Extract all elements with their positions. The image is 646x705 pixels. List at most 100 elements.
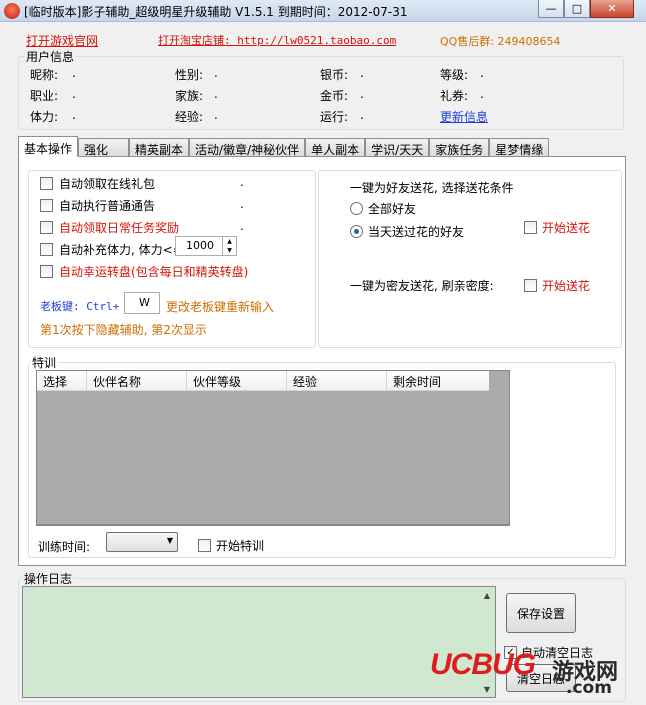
start-training-checkbox[interactable]	[198, 539, 211, 552]
tab-basic[interactable]: 基本操作	[18, 136, 79, 157]
exp-label: 经验:	[175, 110, 204, 124]
tab-bar: 基本操作 强化 精英副本 活动/徽章/神秘伙伴 单人副本 学识/天天 家族任务 …	[18, 136, 550, 157]
tab-knowledge[interactable]: 学识/天天	[365, 138, 430, 157]
close-friend-flower-title: 一键为密友送花, 刷亲密度:	[350, 279, 494, 293]
all-friends-radio[interactable]	[350, 202, 363, 215]
stamina-label: 体力:	[30, 110, 59, 124]
tab-star-dream[interactable]: 星梦情缘	[489, 138, 550, 157]
lucky-wheel-checkbox[interactable]	[40, 265, 53, 278]
option-lucky-wheel[interactable]: 自动幸运转盘(包含每日和精英转盘)	[40, 263, 248, 280]
coupon-label: 礼券:	[440, 89, 469, 103]
gender-value: .	[214, 66, 218, 80]
log-textarea[interactable]: ▲ ▼	[22, 586, 496, 698]
family-value: .	[214, 87, 218, 101]
notice-checkbox[interactable]	[40, 199, 53, 212]
daily-reward-checkbox[interactable]	[40, 221, 53, 234]
tab-family-task[interactable]: 家族任务	[429, 138, 490, 157]
radio-today-friends[interactable]: 当天送过花的好友	[350, 223, 464, 240]
close-button[interactable]: ✕	[590, 0, 634, 18]
boss-key-hint: 更改老板键重新输入	[166, 300, 275, 314]
stamina-value: .	[72, 108, 76, 122]
scroll-up-icon[interactable]: ▲	[479, 587, 495, 603]
boss-key-label: 老板键: Ctrl+	[40, 300, 120, 313]
silver-label: 银币:	[320, 68, 349, 82]
train-time-label: 训练时间:	[38, 540, 91, 554]
scroll-down-icon[interactable]: ▼	[479, 681, 495, 697]
online-gift-dot: .	[240, 175, 244, 189]
notice-label: 自动执行普通通告	[59, 199, 156, 213]
nickname-value: .	[72, 66, 76, 80]
user-info-label: 用户信息	[24, 48, 77, 65]
save-settings-button[interactable]: 保存设置	[506, 593, 576, 633]
nickname-label: 昵称:	[30, 68, 59, 82]
start-close-flower-label: 开始送花	[542, 279, 591, 293]
col-select[interactable]: 选择	[37, 371, 87, 390]
start-flower-checkbox[interactable]	[524, 221, 537, 234]
qq-group-text: QQ售后群: 249408654	[440, 35, 561, 48]
update-info-link[interactable]: 更新信息	[440, 108, 488, 125]
level-value: .	[480, 66, 484, 80]
radio-all-friends[interactable]: 全部好友	[350, 200, 416, 217]
start-training-label: 开始特训	[216, 539, 265, 553]
open-game-site-link[interactable]: 打开游戏官网	[26, 32, 98, 49]
hide-hint: 第1次按下隐藏辅助, 第2次显示	[40, 323, 207, 337]
training-label: 特训	[30, 354, 59, 371]
level-label: 等级:	[440, 68, 469, 82]
watermark-com: .com	[566, 678, 612, 698]
daily-reward-dot: .	[240, 219, 244, 233]
option-online-gift[interactable]: 自动领取在线礼包	[40, 175, 155, 192]
minimize-button[interactable]: —	[538, 0, 564, 18]
tab-elite-dungeon[interactable]: 精英副本	[129, 138, 190, 157]
option-daily-reward[interactable]: 自动领取日常任务奖励	[40, 219, 179, 236]
gold-label: 金币:	[320, 89, 349, 103]
tab-activity[interactable]: 活动/徽章/神秘伙伴	[189, 138, 306, 157]
tab-enhance[interactable]: 强化	[78, 138, 130, 157]
window-title: [临时版本]影子辅助_超级明星升级辅助 V1.5.1 到期时间：2012-07-…	[24, 5, 408, 19]
coupon-value: .	[480, 87, 484, 101]
option-refill-stamina[interactable]: 自动补充体力, 体力<=	[40, 241, 183, 258]
silver-value: .	[360, 66, 364, 80]
job-label: 职业:	[30, 89, 59, 103]
col-remaining-time[interactable]: 剩余时间	[387, 371, 487, 390]
notice-dot: .	[240, 197, 244, 211]
start-training-option[interactable]: 开始特训	[198, 537, 264, 554]
open-shop-link[interactable]: 打开淘宝店铺: http://lw0521.taobao.com	[158, 32, 396, 48]
partner-list-header: 选择 伙伴名称 伙伴等级 经验 剩余时间	[37, 371, 489, 391]
tab-solo-dungeon[interactable]: 单人副本	[305, 138, 366, 157]
job-value: .	[72, 87, 76, 101]
today-friends-radio[interactable]	[350, 225, 363, 238]
boss-key-value: W	[139, 296, 150, 309]
running-value: .	[360, 108, 364, 122]
daily-reward-label: 自动领取日常任务奖励	[59, 221, 180, 235]
col-exp[interactable]: 经验	[287, 371, 387, 390]
exp-value: .	[214, 108, 218, 122]
app-mushroom-icon	[4, 3, 20, 19]
stamina-stepper[interactable]: 1000 ▲ ▼	[175, 236, 237, 256]
col-partner-level[interactable]: 伙伴等级	[187, 371, 287, 390]
refill-stamina-checkbox[interactable]	[40, 243, 53, 256]
chevron-down-icon: ▼	[166, 536, 173, 545]
online-gift-checkbox[interactable]	[40, 177, 53, 190]
start-close-flower-checkbox[interactable]	[524, 279, 537, 292]
option-notice[interactable]: 自动执行普通通告	[40, 197, 155, 214]
flowers-group	[318, 170, 622, 348]
online-gift-label: 自动领取在线礼包	[59, 177, 156, 191]
refill-stamina-label: 自动补充体力, 体力<=	[59, 243, 183, 257]
maximize-button[interactable]: □	[564, 0, 590, 18]
col-partner-name[interactable]: 伙伴名称	[87, 371, 187, 390]
train-time-select[interactable]: ▼	[106, 532, 178, 552]
start-close-flower-option[interactable]: 开始送花	[524, 277, 590, 294]
list-divider	[36, 525, 510, 526]
friend-flower-title: 一键为好友送花, 选择送花条件	[350, 181, 514, 195]
today-friends-label: 当天送过花的好友	[368, 225, 465, 239]
gender-label: 性别:	[175, 68, 204, 82]
watermark-ucbug: UCBUG	[430, 648, 536, 681]
boss-key-input[interactable]: W	[124, 292, 160, 314]
stamina-stepper-value: 1000	[186, 239, 214, 252]
partner-list[interactable]: 选择 伙伴名称 伙伴等级 经验 剩余时间	[36, 370, 510, 525]
start-flower-option[interactable]: 开始送花	[524, 219, 590, 236]
family-label: 家族:	[175, 89, 204, 103]
stepper-down-icon[interactable]: ▼	[222, 246, 236, 255]
start-flower-label: 开始送花	[542, 221, 591, 235]
stepper-up-icon[interactable]: ▲	[222, 237, 236, 246]
